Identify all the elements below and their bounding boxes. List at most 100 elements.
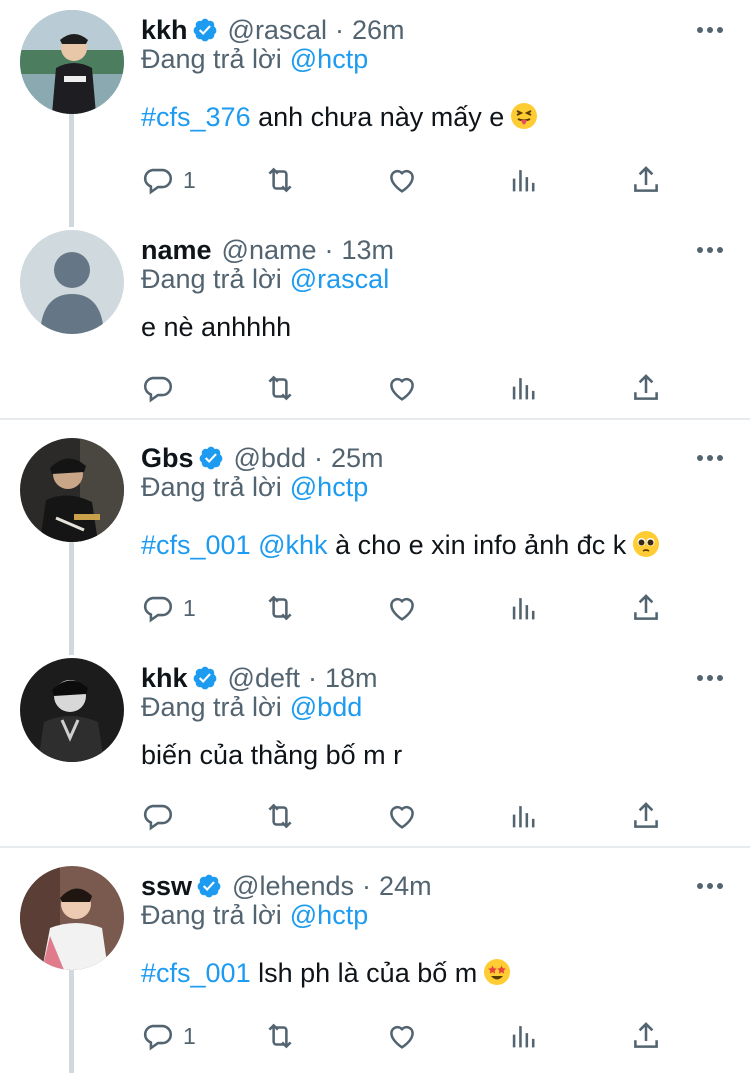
mention[interactable]: @khk — [258, 530, 327, 560]
reply-button[interactable]: 1 — [141, 588, 196, 628]
handle[interactable]: @lehends — [232, 871, 354, 902]
handle[interactable]: @deft — [228, 663, 300, 694]
more-icon[interactable] — [696, 882, 724, 890]
retweet-button[interactable] — [263, 1016, 297, 1056]
retweet-icon — [268, 167, 292, 193]
analytics-icon — [512, 598, 535, 620]
reply-button[interactable]: 1 — [141, 160, 196, 200]
divider — [0, 846, 750, 848]
replying-label: Đang trả lời — [141, 44, 282, 74]
hashtag[interactable]: #cfs_001 — [141, 958, 251, 988]
reply-count: 1 — [183, 1022, 196, 1049]
reply-count: 1 — [183, 166, 196, 193]
share-icon — [634, 166, 658, 192]
more-icon[interactable] — [696, 246, 724, 254]
timestamp[interactable]: 24m — [379, 871, 432, 902]
replying-to: Đang trả lời @hctp — [141, 472, 368, 503]
verified-badge-icon — [199, 446, 222, 470]
display-name[interactable]: ssw — [141, 871, 192, 902]
tweet-text: e nè anhhhh — [141, 312, 291, 343]
handle[interactable]: @bdd — [234, 443, 306, 474]
timestamp[interactable]: 26m — [352, 15, 405, 46]
views-button[interactable] — [507, 796, 541, 836]
heart-icon — [390, 805, 414, 829]
reply-button[interactable] — [141, 368, 175, 408]
reply-icon — [143, 596, 172, 623]
more-icon[interactable] — [696, 26, 724, 34]
heart-icon — [390, 597, 414, 621]
reply-mention[interactable]: @hctp — [290, 44, 368, 74]
reply-mention[interactable]: @bdd — [290, 692, 362, 722]
replying-to: Đang trả lời @hctp — [141, 900, 368, 931]
timestamp[interactable]: 25m — [331, 443, 384, 474]
like-button[interactable] — [385, 588, 419, 628]
handle[interactable]: @name — [222, 235, 317, 266]
share-button[interactable] — [629, 796, 663, 836]
heart-icon — [390, 377, 414, 401]
star-struck-emoji-icon — [484, 959, 511, 985]
separator-dot: · — [324, 234, 334, 265]
tweet-body: à cho e xin info ảnh đc k — [335, 530, 627, 560]
pleading-emoji-icon — [633, 531, 660, 557]
reply-button[interactable]: 1 — [141, 1016, 196, 1056]
tweet[interactable]: name @name · 13m Đang trả lời @rascal e n… — [0, 230, 750, 420]
avatar[interactable] — [20, 10, 124, 114]
avatar[interactable] — [20, 658, 124, 762]
share-button[interactable] — [629, 160, 663, 200]
retweet-button[interactable] — [263, 368, 297, 408]
action-bar: 1 — [141, 588, 681, 628]
reply-mention[interactable]: @rascal — [290, 264, 389, 294]
retweet-icon — [268, 1023, 292, 1049]
replying-label: Đang trả lời — [141, 472, 282, 502]
tweet-body: biến của thằng bố m r — [141, 740, 403, 770]
avatar[interactable] — [20, 866, 124, 970]
replying-to: Đang trả lời @bdd — [141, 692, 362, 723]
share-button[interactable] — [629, 588, 663, 628]
like-button[interactable] — [385, 1016, 419, 1056]
like-button[interactable] — [385, 368, 419, 408]
reply-count: 1 — [183, 594, 196, 621]
retweet-icon — [268, 595, 292, 621]
views-button[interactable] — [507, 1016, 541, 1056]
hashtag[interactable]: #cfs_001 — [141, 530, 251, 560]
tweet[interactable]: ssw @lehends · 24m Đang trả lời @hctp #cf… — [0, 866, 750, 1073]
display-name[interactable]: Gbs — [141, 443, 194, 474]
more-icon[interactable] — [696, 454, 724, 462]
share-button[interactable] — [629, 1016, 663, 1056]
share-button[interactable] — [629, 368, 663, 408]
separator-dot: · — [334, 14, 344, 45]
timestamp[interactable]: 13m — [342, 235, 395, 266]
views-button[interactable] — [507, 368, 541, 408]
like-button[interactable] — [385, 796, 419, 836]
tweet[interactable]: khk @deft · 18m Đang trả lời @bdd biến củ… — [0, 658, 750, 848]
tweet-text: #cfs_376 anh chưa này mấy e — [141, 102, 538, 133]
hashtag[interactable]: #cfs_376 — [141, 102, 251, 132]
views-button[interactable] — [507, 588, 541, 628]
reply-mention[interactable]: @hctp — [290, 900, 368, 930]
reply-icon — [143, 804, 172, 831]
tweet[interactable]: kkh @rascal · 26m Đang trả lời @hctp #cfs… — [0, 10, 750, 210]
handle[interactable]: @rascal — [228, 15, 327, 46]
divider — [0, 418, 750, 420]
display-name[interactable]: khk — [141, 663, 188, 694]
like-button[interactable] — [385, 160, 419, 200]
tweet[interactable]: Gbs @bdd · 25m Đang trả lời @hctp #cfs_00… — [0, 438, 750, 638]
display-name[interactable]: name — [141, 235, 212, 266]
replying-label: Đang trả lời — [141, 692, 282, 722]
reply-mention[interactable]: @hctp — [290, 472, 368, 502]
tweet-body: anh chưa này mấy e — [258, 102, 505, 132]
retweet-button[interactable] — [263, 160, 297, 200]
views-button[interactable] — [507, 160, 541, 200]
reply-button[interactable] — [141, 796, 175, 836]
retweet-button[interactable] — [263, 796, 297, 836]
separator-dot: · — [313, 442, 323, 473]
retweet-button[interactable] — [263, 588, 297, 628]
timestamp[interactable]: 18m — [325, 663, 378, 694]
more-icon[interactable] — [696, 674, 724, 682]
avatar[interactable] — [20, 438, 124, 542]
display-name[interactable]: kkh — [141, 15, 188, 46]
share-icon — [634, 374, 658, 400]
avatar[interactable] — [20, 230, 124, 334]
heart-icon — [390, 169, 414, 193]
replying-label: Đang trả lời — [141, 264, 282, 294]
